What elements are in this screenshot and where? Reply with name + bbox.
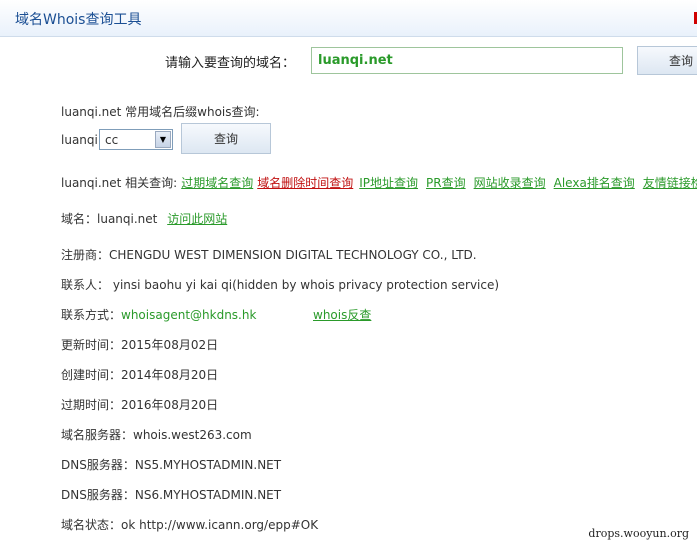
expires-label: 过期时间： bbox=[61, 398, 122, 412]
domain-status-label: 域名状态： bbox=[61, 518, 122, 532]
dns-server-row-1: DNS服务器：NS5.MYHOSTADMIN.NET bbox=[61, 456, 281, 473]
dns-server-row-2: DNS服务器：NS6.MYHOSTADMIN.NET bbox=[61, 486, 281, 503]
expires-row: 过期时间：2016年08月20日 bbox=[61, 396, 218, 413]
dns-server-label: DNS服务器： bbox=[61, 488, 135, 502]
created-label: 创建时间： bbox=[61, 368, 122, 382]
dns-server-value: NS5.MYHOSTADMIN.NET bbox=[134, 458, 282, 472]
page-title: 域名Whois查询工具 bbox=[15, 12, 142, 28]
name-server-row: 域名服务器：whois.west263.com bbox=[61, 426, 252, 443]
contact-label: 联系人： bbox=[61, 278, 110, 292]
dns-server-value: NS6.MYHOSTADMIN.NET bbox=[134, 488, 282, 502]
domain-row: 域名：luanqi.net 访问此网站 bbox=[61, 210, 227, 227]
name-server-value: whois.west263.com bbox=[133, 428, 252, 442]
contact-method-label: 联系方式： bbox=[61, 308, 122, 322]
updated-row: 更新时间：2015年08月02日 bbox=[61, 336, 218, 353]
domain-label: 域名： bbox=[61, 212, 98, 226]
updated-value: 2015年08月02日 bbox=[121, 338, 219, 352]
related-link-delete-time[interactable]: 域名删除时间查询 bbox=[257, 176, 353, 190]
related-link-index[interactable]: 网站收录查询 bbox=[474, 176, 546, 190]
whois-reverse-link[interactable]: whois反查 bbox=[313, 306, 371, 323]
domain-status-row: 域名状态：ok http://www.icann.org/epp#OK bbox=[61, 516, 318, 533]
related-link-pr[interactable]: PR查询 bbox=[426, 176, 466, 190]
contact-row: 联系人： yinsi baohu yi kai qi(hidden by who… bbox=[61, 276, 499, 293]
updated-label: 更新时间： bbox=[61, 338, 122, 352]
suffix-prefix: luanqi. bbox=[61, 133, 102, 147]
suffix-query-heading: luanqi.net 常用域名后缀whois查询: bbox=[61, 105, 260, 119]
suffix-select-value: cc bbox=[105, 133, 119, 147]
created-value: 2014年08月20日 bbox=[121, 368, 219, 382]
related-link-friend-links[interactable]: 友情链接检测 bbox=[643, 176, 697, 190]
related-link-alexa[interactable]: Alexa排名查询 bbox=[554, 176, 635, 190]
registrar-label: 注册商： bbox=[61, 248, 110, 262]
contact-email: whoisagent@hkdns.hk bbox=[121, 308, 257, 322]
suffix-query-button[interactable]: 查询 bbox=[181, 123, 271, 154]
expires-value: 2016年08月20日 bbox=[121, 398, 219, 412]
contact-method-row: 联系方式：whoisagent@hkdns.hk whois反查 bbox=[61, 306, 371, 323]
related-link-expired-domain[interactable]: 过期域名查询 bbox=[181, 176, 253, 190]
visit-site-link[interactable]: 访问此网站 bbox=[167, 212, 227, 226]
registrar-value: CHENGDU WEST DIMENSION DIGITAL TECHNOLOG… bbox=[109, 248, 477, 262]
created-row: 创建时间：2014年08月20日 bbox=[61, 366, 218, 383]
domain-search-input[interactable] bbox=[311, 47, 623, 74]
related-label: luanqi.net 相关查询: bbox=[61, 176, 178, 190]
related-queries: luanqi.net 相关查询: 过期域名查询 域名删除时间查询 IP地址查询 PR查询… bbox=[61, 174, 697, 191]
watermark: drops.wooyun.org bbox=[588, 527, 689, 540]
title-bar: 域名Whois查询工具 bbox=[0, 0, 697, 37]
domain-value: luanqi.net bbox=[97, 212, 158, 226]
contact-value: yinsi baohu yi kai qi(hidden by whois pr… bbox=[112, 278, 500, 292]
name-server-label: 域名服务器： bbox=[61, 428, 134, 442]
search-prompt: 请输入要查询的域名： bbox=[165, 56, 296, 71]
related-link-ip[interactable]: IP地址查询 bbox=[359, 176, 418, 190]
dns-server-label: DNS服务器： bbox=[61, 458, 135, 472]
search-button[interactable]: 查询 bbox=[637, 46, 697, 75]
suffix-select[interactable]: cc ▼ bbox=[99, 129, 173, 150]
chevron-down-icon[interactable]: ▼ bbox=[155, 131, 171, 148]
domain-status-value: ok http://www.icann.org/epp#OK bbox=[121, 518, 319, 532]
registrar-row: 注册商：CHENGDU WEST DIMENSION DIGITAL TECHN… bbox=[61, 246, 477, 263]
